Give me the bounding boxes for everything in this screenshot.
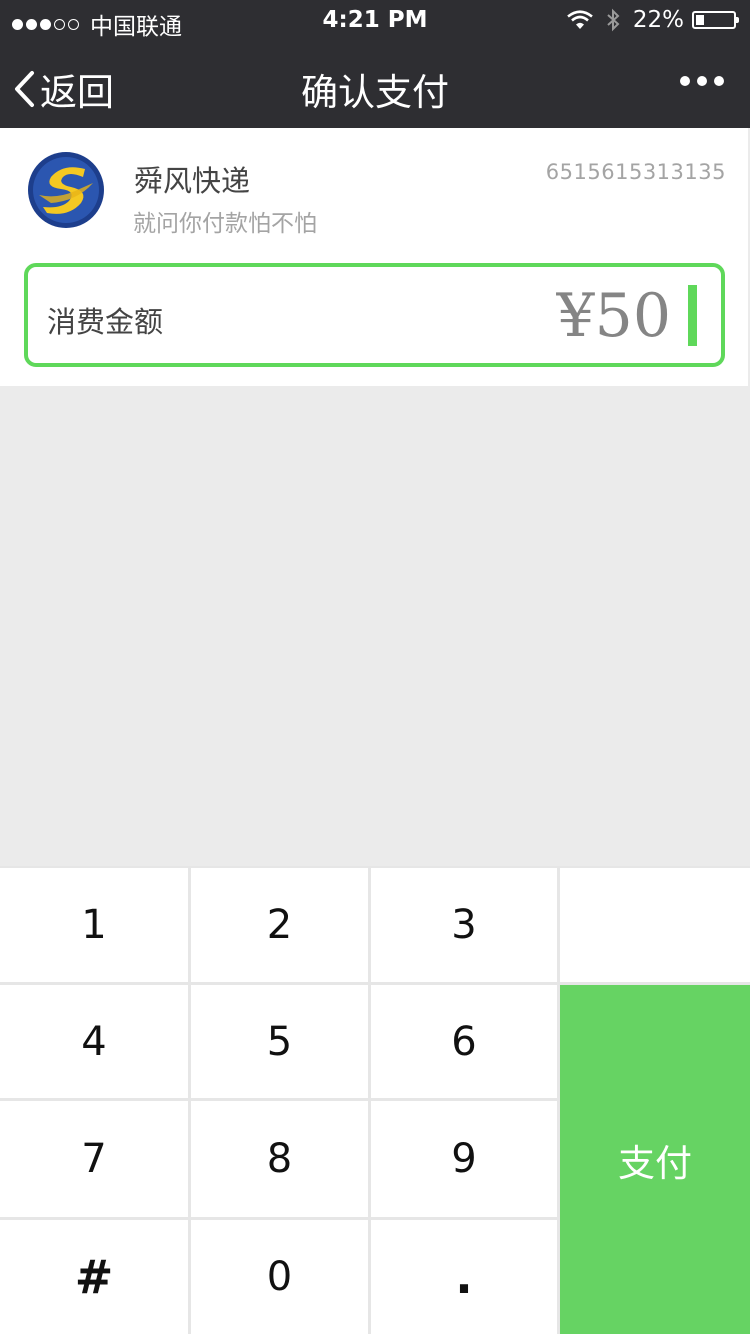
- key-4[interactable]: 4: [0, 985, 188, 1098]
- more-dot-icon: [697, 76, 707, 86]
- more-button[interactable]: [673, 76, 724, 86]
- more-dot-icon: [714, 76, 724, 86]
- key-dot[interactable]: .: [371, 1220, 557, 1334]
- back-label: 返回: [40, 71, 114, 114]
- merchant-card: 舜风快递 就问你付款怕不怕 6515615313135 消费金额 ¥50: [0, 128, 748, 386]
- key-1[interactable]: 1: [0, 868, 188, 982]
- status-right: 22%: [567, 7, 739, 33]
- key-0[interactable]: 0: [191, 1220, 368, 1334]
- merchant-logo: [28, 152, 104, 228]
- key-3[interactable]: 3: [371, 868, 557, 982]
- battery-icon: [692, 11, 739, 29]
- chevron-left-icon: [15, 71, 34, 107]
- key-6[interactable]: 6: [371, 985, 557, 1098]
- amount-input[interactable]: 消费金额 ¥50: [24, 263, 725, 367]
- key-2[interactable]: 2: [191, 868, 368, 982]
- status-bar: 中国联通 4:21 PM 22%: [0, 0, 750, 40]
- key-7[interactable]: 7: [0, 1101, 188, 1217]
- key-5[interactable]: 5: [191, 985, 368, 1098]
- back-button[interactable]: 返回: [12, 62, 114, 116]
- numeric-keypad: 1 2 3 4 5 6 7 8 9 # 0 . 支付: [0, 866, 750, 1334]
- key-8[interactable]: 8: [191, 1101, 368, 1217]
- key-hash[interactable]: #: [0, 1220, 188, 1334]
- battery-percent: 22%: [632, 7, 684, 33]
- top-bar: 中国联通 4:21 PM 22% 返回 确认支付: [0, 0, 750, 128]
- text-cursor: [688, 285, 697, 346]
- more-dot-icon: [680, 76, 690, 86]
- merchant-name: 舜风快递: [134, 164, 251, 198]
- key-9[interactable]: 9: [371, 1101, 557, 1217]
- amount-value: ¥50: [556, 281, 671, 351]
- nav-bar: 返回 确认支付: [0, 40, 750, 128]
- merchant-id: 6515615313135: [545, 160, 726, 184]
- battery-fill: [696, 15, 704, 25]
- merchant-subtitle: 就问你付款怕不怕: [133, 211, 317, 237]
- pay-button[interactable]: 支付: [560, 985, 750, 1334]
- bluetooth-icon: [607, 8, 620, 32]
- wifi-icon: [567, 10, 593, 29]
- amount-label: 消费金额: [47, 305, 164, 339]
- key-blank: [560, 868, 750, 982]
